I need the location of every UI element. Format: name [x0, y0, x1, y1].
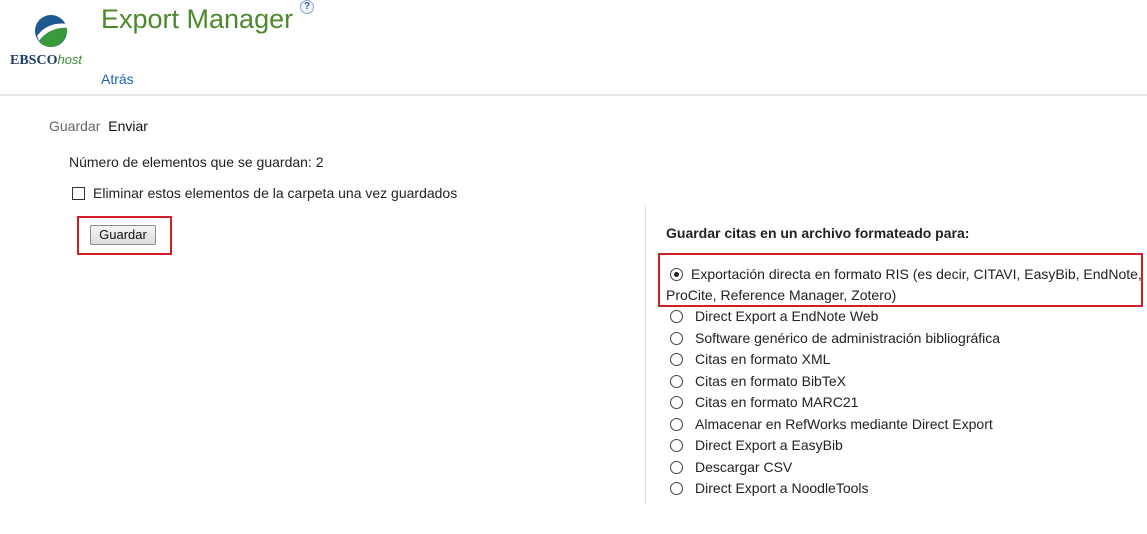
format-option-xml[interactable]: Citas en formato XML [666, 349, 1146, 371]
format-option-noodletools[interactable]: Direct Export a NoodleTools [666, 478, 1146, 500]
format-option-generic[interactable]: Software genérico de administración bibl… [666, 328, 1146, 350]
format-option-endnote-web[interactable]: Direct Export a EndNote Web [666, 306, 1146, 328]
radio-generic[interactable] [670, 331, 683, 345]
format-heading: Guardar citas en un archivo formateado p… [666, 225, 970, 241]
help-icon[interactable]: ? [300, 0, 314, 14]
radio-xml[interactable] [670, 353, 683, 366]
format-option-refworks[interactable]: Almacenar en RefWorks mediante Direct Ex… [666, 414, 1146, 436]
radio-easybib[interactable] [670, 439, 683, 452]
format-option-label: Almacenar en RefWorks mediante Direct Ex… [695, 415, 993, 432]
radio-refworks[interactable] [670, 417, 683, 431]
logo-host: host [57, 52, 83, 67]
radio-marc21[interactable] [670, 396, 683, 409]
format-option-label: Software genérico de administración bibl… [695, 329, 1001, 346]
page-title: Export Manager [101, 4, 294, 34]
logo-brand: EBSCO [10, 53, 58, 68]
format-options: Exportación directa en formato RIS (es d… [666, 264, 1146, 500]
remove-items-label: Eliminar estos elementos de la carpeta u… [93, 185, 458, 201]
tab-bar: Guardar Enviar [49, 118, 152, 134]
logo-wordmark: EBSCOhost [10, 52, 82, 69]
globe-icon [35, 15, 67, 47]
radio-ris[interactable] [670, 268, 683, 281]
radio-noodletools[interactable] [670, 482, 683, 495]
format-option-marc21[interactable]: Citas en formato MARC21 [666, 392, 1146, 414]
format-option-label: Direct Export a NoodleTools [695, 480, 869, 496]
format-option-easybib[interactable]: Direct Export a EasyBib [666, 435, 1146, 457]
format-option-label: Exportación directa en formato RIS (es d… [666, 266, 1142, 303]
format-option-label: Citas en formato XML [695, 351, 831, 367]
format-option-csv[interactable]: Descargar CSV [666, 457, 1146, 479]
radio-endnote-web[interactable] [670, 310, 683, 323]
item-count-text: Número de elementos que se guardan: 2 [69, 154, 324, 170]
tab-guardar[interactable]: Guardar [49, 118, 100, 134]
format-option-label: Direct Export a EasyBib [695, 437, 843, 453]
back-link[interactable]: Atrás [101, 71, 134, 87]
save-button[interactable]: Guardar [90, 225, 156, 245]
format-option-bibtex[interactable]: Citas en formato BibTeX [666, 371, 1146, 393]
column-divider [645, 205, 646, 505]
format-option-label: Descargar CSV [695, 458, 793, 475]
radio-bibtex[interactable] [670, 374, 683, 388]
format-option-label: Direct Export a EndNote Web [695, 308, 879, 324]
format-option-label: Citas en formato MARC21 [695, 394, 859, 410]
ebscohost-logo[interactable]: EBSCOhost [8, 12, 100, 72]
header: EBSCOhost Export Manager ? Atrás [0, 0, 1147, 96]
remove-items-checkbox[interactable] [72, 186, 85, 200]
remove-items-option[interactable]: Eliminar estos elementos de la carpeta u… [72, 185, 457, 201]
tab-enviar[interactable]: Enviar [108, 118, 148, 134]
format-option-label: Citas en formato BibTeX [695, 372, 846, 389]
format-option-ris[interactable]: Exportación directa en formato RIS (es d… [666, 264, 1146, 306]
radio-csv[interactable] [670, 460, 683, 474]
